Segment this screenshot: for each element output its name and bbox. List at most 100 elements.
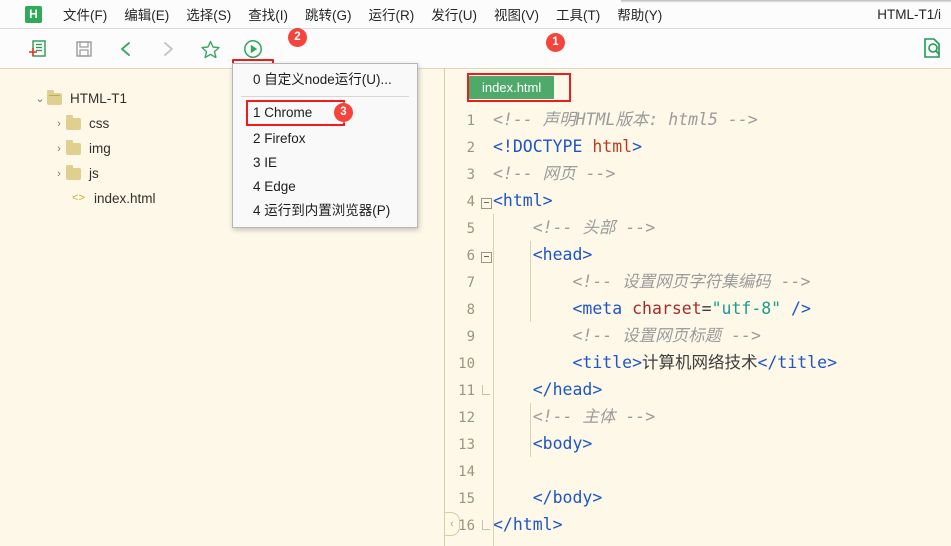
- editor-pane: index.html 1 <!-- 声明HTML版本: html5 --> 2 <!D…: [445, 68, 951, 546]
- line-number: 6: [466, 248, 475, 264]
- code-text: <!-- 主体 -->: [532, 407, 656, 426]
- code-text: <!-- 设置网页字符集编码 -->: [572, 272, 811, 291]
- tab-annotation-box: [467, 73, 571, 102]
- code-editor[interactable]: 1 <!-- 声明HTML版本: html5 --> 2 <!DOCTYPE html…: [445, 106, 951, 546]
- titlebar-shadow: [621, 0, 951, 3]
- line-number: 15: [458, 491, 475, 507]
- save-icon[interactable]: [72, 37, 96, 61]
- run-menu-chrome-wrap: 1 Chrome: [233, 100, 417, 126]
- chevron-down-icon[interactable]: ⌄: [33, 92, 47, 105]
- chevron-right-icon[interactable]: ›: [52, 168, 66, 180]
- code-line[interactable]: 14: [445, 457, 951, 484]
- run-menu-divider: [241, 96, 409, 97]
- chevron-right-icon[interactable]: ›: [52, 118, 66, 130]
- fold-toggle-icon[interactable]: [479, 189, 493, 216]
- indent-guide-html: [493, 214, 494, 546]
- back-icon[interactable]: [114, 37, 138, 61]
- annotation-badge-1: 1: [546, 33, 565, 52]
- menu-view[interactable]: 视图(V): [487, 2, 546, 26]
- code-text: <body>: [532, 434, 593, 453]
- window-title: HTML-T1/i: [877, 7, 941, 22]
- code-line[interactable]: 13 <body>: [445, 430, 951, 457]
- code-line[interactable]: 1 <!-- 声明HTML版本: html5 -->: [445, 106, 951, 133]
- code-line[interactable]: 4 <html>: [445, 187, 951, 214]
- code-line[interactable]: 7 <!-- 设置网页字符集编码 -->: [445, 268, 951, 295]
- code-text: <!-- 声明HTML版本: html5 -->: [493, 110, 758, 129]
- chevron-right-icon[interactable]: ›: [52, 143, 66, 155]
- menu-find[interactable]: 查找(I): [241, 2, 295, 26]
- menu-file[interactable]: 文件(F): [56, 2, 114, 26]
- tree-item-label: css: [89, 116, 110, 131]
- folder-icon: [66, 164, 81, 180]
- code-text: <!-- 设置网页标题 -->: [572, 326, 761, 345]
- indent-guide-body: [530, 403, 531, 457]
- menu-help[interactable]: 帮助(Y): [610, 2, 669, 26]
- app-logo-icon: H: [25, 5, 42, 23]
- code-line[interactable]: 16 </html>: [445, 511, 951, 538]
- menu-select[interactable]: 选择(S): [179, 2, 238, 26]
- menu-goto[interactable]: 跳转(G): [298, 2, 359, 26]
- fold-gutter: [479, 513, 493, 540]
- line-number: 7: [466, 275, 475, 291]
- new-file-icon[interactable]: [26, 37, 50, 61]
- tree-item-label: img: [89, 141, 111, 156]
- run-menu-edge[interactable]: 4 Edge: [233, 175, 417, 199]
- tree-item-label: HTML-T1: [70, 91, 127, 106]
- indent-guide-head: [530, 241, 531, 322]
- code-text: </head>: [532, 380, 603, 399]
- line-number: 14: [458, 464, 475, 480]
- line-number: 4: [466, 194, 475, 210]
- code-line[interactable]: 8 <meta charset="utf-8" />: [445, 295, 951, 322]
- code-line[interactable]: 6 <head>: [445, 241, 951, 268]
- menu-items: 文件(F) 编辑(E) 选择(S) 查找(I) 跳转(G) 运行(R) 发行(U…: [53, 2, 669, 26]
- folder-icon: [66, 114, 81, 130]
- run-menu-builtin-browser[interactable]: 4 运行到内置浏览器(P): [233, 199, 417, 223]
- forward-icon: [156, 37, 180, 61]
- fold-gutter: [479, 378, 493, 405]
- menu-run[interactable]: 运行(R): [362, 2, 422, 26]
- folder-icon: [66, 139, 81, 155]
- code-line[interactable]: 3 <!-- 网页 -->: [445, 160, 951, 187]
- file-search-icon[interactable]: [920, 36, 944, 60]
- star-icon[interactable]: [198, 37, 222, 61]
- run-dropdown-menu: 0 自定义node运行(U)... 1 Chrome 2 Firefox 3 I…: [232, 63, 418, 228]
- code-text: <!-- 网页 -->: [493, 164, 616, 183]
- line-number: 3: [466, 167, 475, 183]
- html-file-icon: <>: [71, 192, 86, 205]
- code-line[interactable]: 11 </head>: [445, 376, 951, 403]
- code-line[interactable]: 9 <!-- 设置网页标题 -->: [445, 322, 951, 349]
- code-line[interactable]: 15 </body>: [445, 484, 951, 511]
- code-text: </html>: [493, 515, 563, 534]
- annotation-badge-3: 3: [334, 103, 353, 122]
- line-number: 1: [466, 113, 475, 129]
- fold-toggle-icon[interactable]: [479, 243, 493, 270]
- line-number: 12: [458, 410, 475, 426]
- tree-item-label: index.html: [94, 191, 156, 206]
- code-text: <!DOCTYPE html>: [493, 137, 643, 156]
- code-line[interactable]: 12 <!-- 主体 -->: [445, 403, 951, 430]
- menu-edit[interactable]: 编辑(E): [117, 2, 176, 26]
- code-text: </body>: [532, 488, 603, 507]
- line-number: 11: [458, 383, 475, 399]
- run-menu-custom-node[interactable]: 0 自定义node运行(U)...: [233, 68, 417, 92]
- code-line[interactable]: 10 <title>计算机网络技术</title>: [445, 349, 951, 376]
- chrome-annotation-box: [246, 100, 345, 126]
- line-number: 8: [466, 302, 475, 318]
- code-lines: 1 <!-- 声明HTML版本: html5 --> 2 <!DOCTYPE html…: [445, 106, 951, 538]
- line-number: 5: [466, 221, 475, 237]
- folder-icon: [47, 89, 62, 105]
- menu-tools[interactable]: 工具(T): [549, 2, 607, 26]
- annotation-badge-2: 2: [288, 28, 307, 47]
- code-line[interactable]: 2 <!DOCTYPE html>: [445, 133, 951, 160]
- code-text: <head>: [532, 245, 593, 264]
- collapse-panel-icon[interactable]: ‹: [445, 512, 460, 536]
- run-menu-ie[interactable]: 3 IE: [233, 151, 417, 175]
- run-menu-firefox[interactable]: 2 Firefox: [233, 127, 417, 151]
- menu-publish[interactable]: 发行(U): [424, 2, 484, 26]
- code-text: <title>计算机网络技术</title>: [572, 353, 838, 372]
- menu-bar: H 文件(F) 编辑(E) 选择(S) 查找(I) 跳转(G) 运行(R) 发行…: [0, 0, 951, 29]
- code-text: <html>: [493, 191, 553, 210]
- code-line[interactable]: 5 <!-- 头部 -->: [445, 214, 951, 241]
- run-icon[interactable]: [241, 37, 265, 61]
